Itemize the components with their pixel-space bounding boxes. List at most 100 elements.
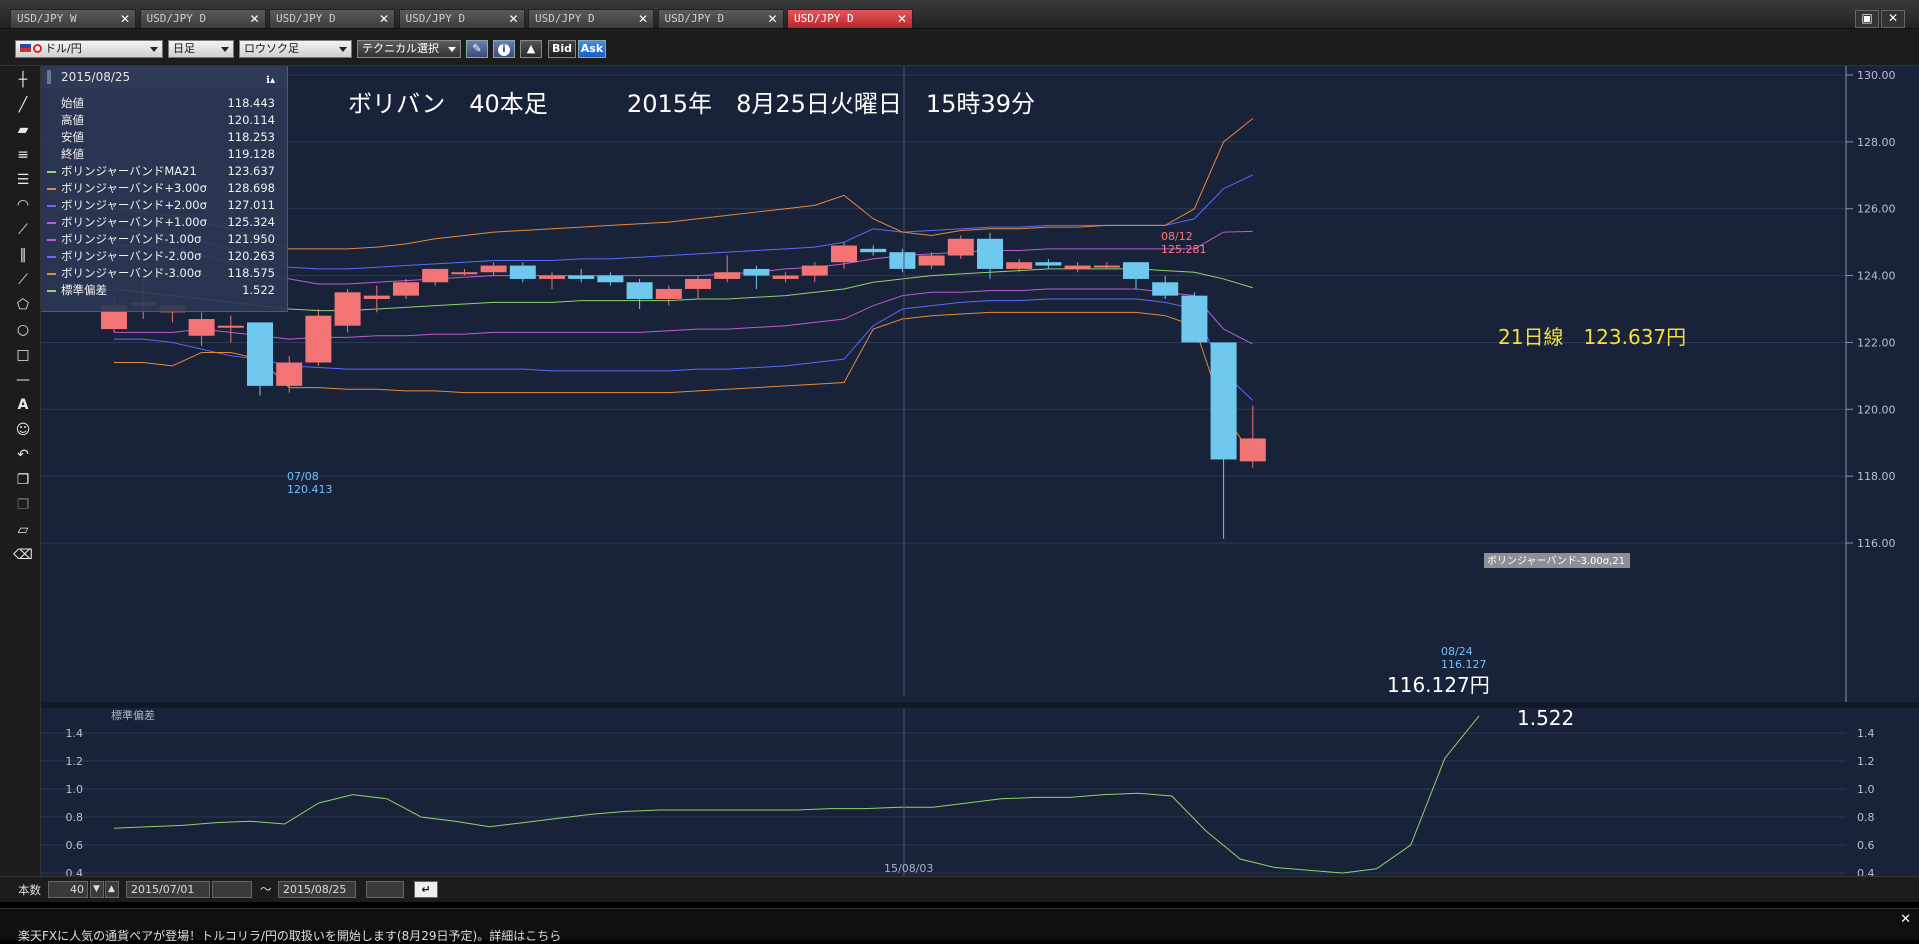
info-date: 2015/08/25 [61,70,131,84]
trendline-tool-icon[interactable]: ╱ [13,95,33,115]
drawing-tools-bar: ┼ ╱ ▰ ≡ ☰ ◠ ⟋ ‖ ⟋ ⬠ ○ □ — A ☺ ↶ ❐ ❐ ▱ ⌫ [0,66,41,876]
candle-body [1210,342,1237,460]
chart-type-select[interactable]: ロウソク足 [239,40,352,58]
chart-area[interactable]: 130.00 128.00 126.00 124.00 122.00 120.00 118.… [41,66,1919,880]
news-text[interactable]: 楽天FXに人気の通貨ペアが登場！トルコリラ/円の取扱いを開始します(8月29日予… [18,927,561,944]
paste-tool-icon[interactable]: ❐ [13,495,33,515]
tab-5[interactable]: USD/JPY D ✕ [528,9,654,28]
from-time-input[interactable] [212,881,252,898]
eraser-all-tool-icon[interactable]: ⌫ [13,545,33,565]
info-label: 終値 [61,147,84,161]
tab-close-icon[interactable]: ✕ [249,10,259,28]
info-button[interactable]: i [493,40,515,58]
tab-close-icon[interactable]: ✕ [897,10,907,28]
timeframe-select[interactable]: 日足 [168,40,234,58]
fan-tool-icon[interactable]: ⟋ [13,220,33,240]
bid-button[interactable]: Bid [548,40,576,58]
undo-tool-icon[interactable]: ↶ [13,445,33,465]
close-window-button[interactable]: ✕ [1881,10,1905,28]
apply-range-button[interactable]: ↵ [414,881,438,898]
info-value: 119.128 [227,147,275,161]
crosshair-tool-icon[interactable]: ┼ [13,70,33,90]
candle-body [801,265,828,276]
candle-body [626,282,653,299]
subpanel-title: 標準偏差 [111,708,155,722]
tab-1[interactable]: USD/JPY W ✕ [10,9,136,28]
channel-tool-icon[interactable]: ≡ [13,145,33,165]
candle-body [363,295,390,299]
y-tick-label: 122.00 [1857,336,1896,349]
info-value: 118.253 [227,130,275,144]
drag-handle-icon[interactable] [47,70,51,84]
cycle-lines-tool-icon[interactable]: ‖ [13,245,33,265]
std-tick-label-right: 1.0 [1857,783,1875,796]
legend-swatch [47,273,56,275]
tab-label: USD/JPY W [17,12,77,25]
annotation-date: 2015年 8月25日火曜日 15時39分 [627,90,1035,118]
info-label: 始値 [61,96,84,110]
tab-close-icon[interactable]: ✕ [508,10,518,28]
technical-label: テクニカル選択 [362,42,439,55]
info-value: 125.324 [227,215,275,229]
candle-body [334,292,361,326]
return-arrow-icon: ↵ [421,883,431,896]
candle-body [1035,262,1062,266]
circle-tool-icon[interactable]: ○ [13,320,33,340]
info-label: 高値 [61,113,84,127]
candle-body [889,252,916,269]
news-close-button[interactable]: ✕ [1900,912,1911,927]
legend-swatch [47,222,56,224]
info-value: 1.522 [242,283,275,297]
smiley-icon-tool-icon[interactable]: ☺ [13,420,33,440]
tab-close-icon[interactable]: ✕ [379,10,389,28]
count-up-button[interactable]: ▲ [105,881,119,898]
tab-label: USD/JPY D [794,12,854,25]
info-value: 118.575 [227,266,275,280]
tab-6[interactable]: USD/JPY D ✕ [657,9,784,28]
tab-2[interactable]: USD/JPY D ✕ [139,9,266,28]
count-down-button[interactable]: ▼ [90,881,104,898]
tab-close-icon[interactable]: ✕ [767,10,777,28]
horizontal-line-tool-icon[interactable]: — [13,370,33,390]
pentagon-tool-icon[interactable]: ⬠ [13,295,33,315]
currency-pair-select[interactable]: ドル/円 [15,40,163,58]
fibonacci-tool-icon[interactable]: ☰ [13,170,33,190]
text-tool-icon[interactable]: A [13,395,33,415]
eraser-tool-icon[interactable]: ▱ [13,520,33,540]
candle-body [1239,438,1266,462]
price-chart[interactable]: 130.00 128.00 126.00 124.00 122.00 120.00 118.… [41,66,1919,880]
count-label: 本数 [18,883,41,897]
tab-3[interactable]: USD/JPY D ✕ [269,9,395,28]
tab-close-icon[interactable]: ✕ [638,10,648,28]
low-marker-2-date: 08/24 [1441,645,1473,658]
info-label: ボリンジャーバンド-3.00σ [61,266,202,280]
tab-4[interactable]: USD/JPY D ✕ [398,9,525,28]
triangle-up-icon: ▲ [108,884,115,894]
ruler-tool-icon[interactable]: ▰ [13,120,33,140]
mountain-icon: ▲ [526,42,536,55]
std-tick-label-left: 0.6 [66,839,84,852]
legend-swatch [47,188,56,190]
ask-button[interactable]: Ask [578,40,606,58]
candle-body [1123,262,1149,279]
std-dev-panel: 1.4 1.4 1.2 1.2 1.0 1.0 0.8 0.8 0.6 0.6 0.4 0.4 [41,715,1875,880]
tab-7[interactable]: USD/JPY D ✕ [787,9,913,28]
to-date-input[interactable]: 2015/08/25 [278,881,356,898]
restore-window-button[interactable]: ▣ [1855,10,1879,28]
pen-icon: ✎ [472,42,482,55]
rectangle-tool-icon[interactable]: □ [13,345,33,365]
info-row: ボリンジャーバンド+1.00σ 125.324 [41,214,287,231]
draw-pen-button[interactable]: ✎ [466,40,488,58]
panel-collapse-icon[interactable]: ℹ▴ [266,70,275,92]
count-input[interactable]: 40 [48,881,88,898]
high-marker-value: 125.281 [1161,243,1207,256]
chart-style-button[interactable]: ▲ [520,40,542,58]
gann-fan-tool-icon[interactable]: ⟋ [13,270,33,290]
fib-arc-tool-icon[interactable]: ◠ [13,195,33,215]
copy-tool-icon[interactable]: ❐ [13,470,33,490]
candle-body [860,248,887,253]
technical-select[interactable]: テクニカル選択 [357,40,461,58]
from-date-input[interactable]: 2015/07/01 [126,881,210,898]
tab-close-icon[interactable]: ✕ [120,10,130,28]
to-time-input[interactable] [366,881,404,898]
